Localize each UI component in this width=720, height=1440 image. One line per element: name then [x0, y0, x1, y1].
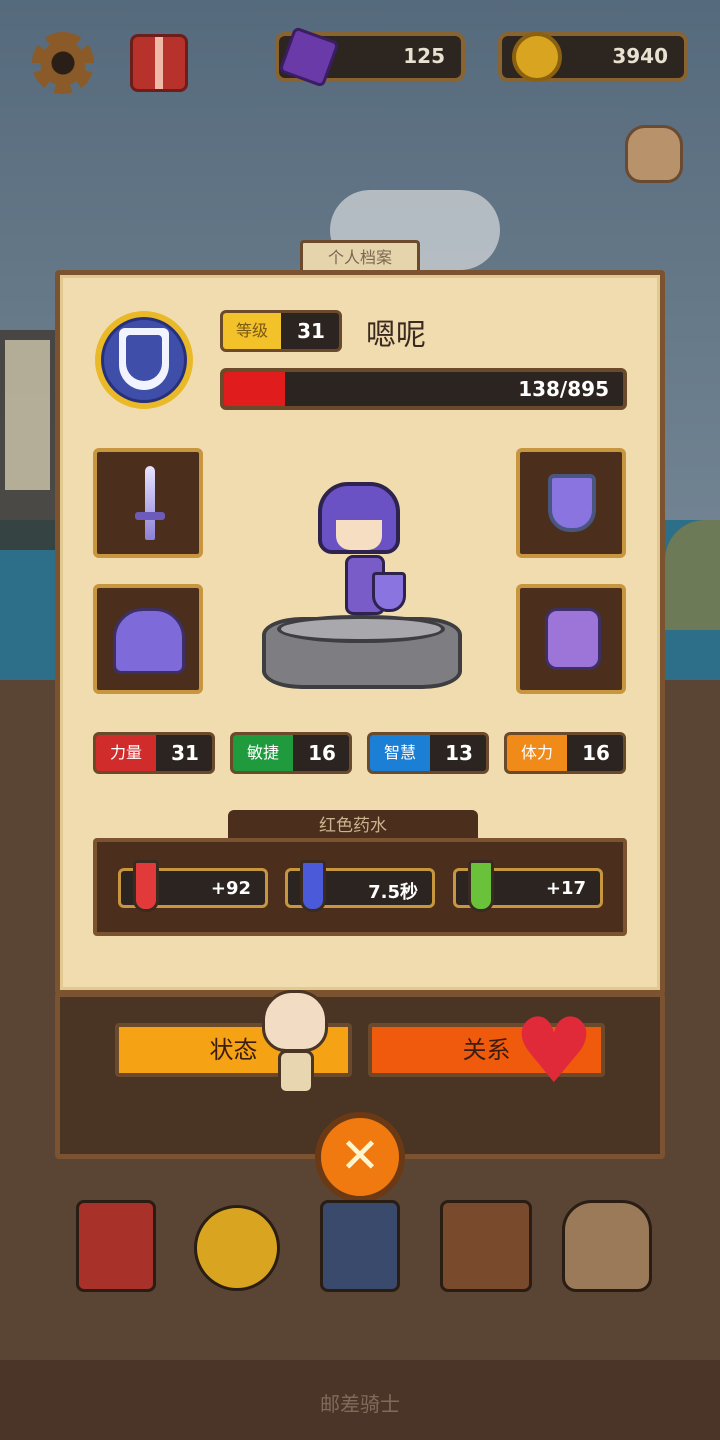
stat-value: 31 [171, 741, 199, 765]
green-potion-icon [468, 860, 494, 912]
hero-name: 嗯呢 [366, 318, 426, 353]
gear-icon[interactable] [32, 32, 94, 94]
potion-extra-value: +17 [545, 878, 586, 899]
ship-sail [5, 340, 50, 490]
book-icon[interactable] [76, 1200, 156, 1292]
emblem-shield-inner [126, 335, 162, 381]
bag-icon[interactable] [625, 125, 683, 183]
pedestal-top [277, 615, 445, 643]
level-value: 31 [297, 319, 325, 343]
stat-value: 16 [308, 741, 336, 765]
hp-text: 138/895 [518, 377, 609, 401]
level-label: 等级 [223, 313, 281, 349]
sword-guard [135, 512, 165, 520]
close-icon[interactable]: ✕ [315, 1112, 405, 1202]
footer-title: 邮差骑士 [320, 1392, 400, 1416]
coin-count: 3940 [612, 44, 668, 68]
stat-label: 体力 [507, 735, 567, 771]
knight-shield [372, 572, 406, 612]
stat-value: 16 [582, 741, 610, 765]
girl-character-head [262, 990, 328, 1052]
stat-wisdom: 智慧 13 [367, 732, 489, 774]
gem-count: 125 [403, 44, 445, 68]
stat-value: 13 [445, 741, 473, 765]
stat-label: 智慧 [370, 735, 430, 771]
stat-stamina: 体力 16 [504, 732, 626, 774]
red-potion-icon [133, 860, 159, 912]
hp-bar-fill [224, 372, 286, 406]
level-badge: 等级 31 [220, 310, 342, 352]
gift-icon[interactable] [130, 34, 188, 92]
blue-potion-icon [300, 860, 326, 912]
profile-tab: 个人档案 [300, 240, 420, 272]
stat-agility: 敏捷 16 [230, 732, 352, 774]
armor-icon [545, 608, 601, 670]
stat-strength: 力量 31 [93, 732, 215, 774]
treasure-bag-icon[interactable] [562, 1200, 652, 1292]
hp-bar: 138/895 [220, 368, 627, 410]
potion-duration-value: 7.5秒 [368, 882, 418, 903]
medal-icon[interactable] [194, 1205, 280, 1291]
knight-face [336, 520, 382, 550]
stat-label: 力量 [96, 735, 156, 771]
stat-label: 敏捷 [233, 735, 293, 771]
coin-icon [512, 32, 562, 82]
island [665, 520, 720, 630]
potion-hp-value: +92 [210, 878, 251, 899]
sword-icon [145, 466, 155, 540]
heart-icon: ♥ [513, 999, 595, 1104]
girl-character-body [278, 1050, 314, 1094]
cards-icon[interactable] [320, 1200, 400, 1292]
backpack-icon[interactable] [440, 1200, 532, 1292]
helmet-icon [113, 608, 185, 674]
shield-icon [548, 474, 596, 532]
